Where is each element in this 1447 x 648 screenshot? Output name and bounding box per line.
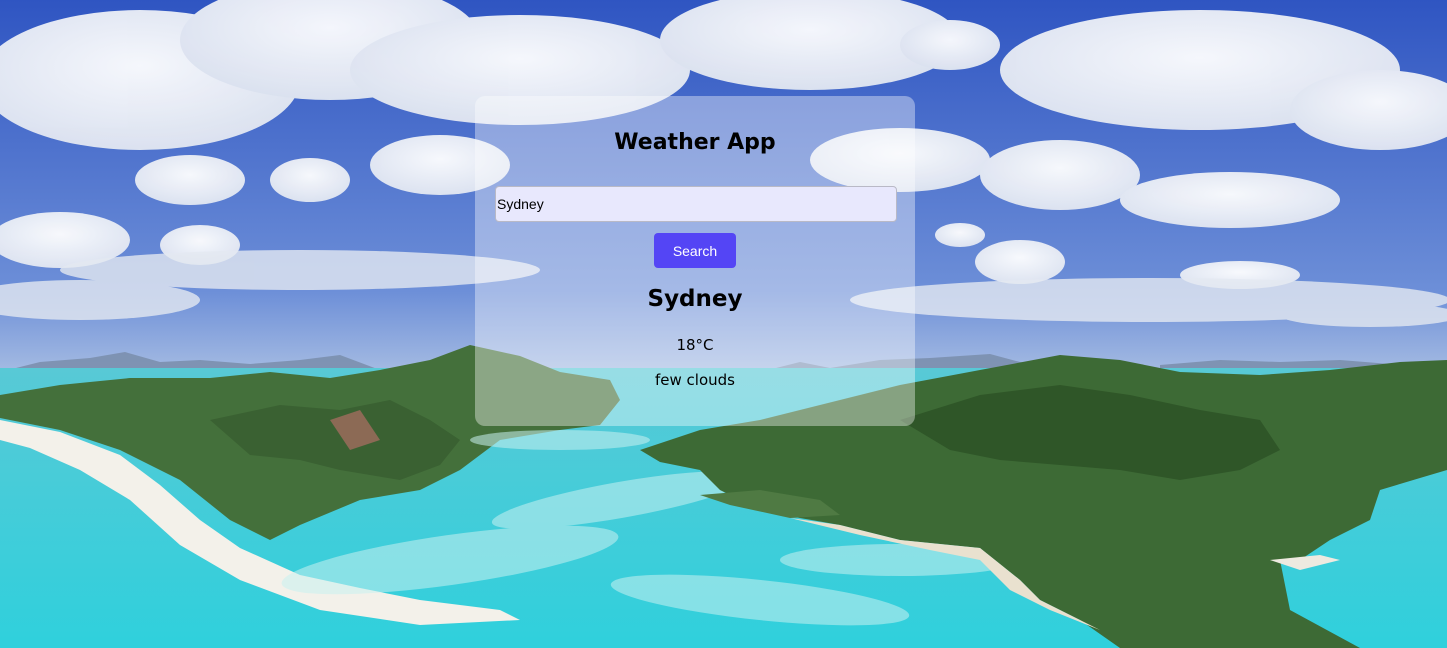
city-search-input[interactable]: [495, 186, 897, 222]
app-title: Weather App: [614, 130, 776, 155]
weather-description: few clouds: [655, 371, 735, 389]
temperature-value: 18°C: [676, 336, 714, 354]
city-name: Sydney: [647, 286, 743, 312]
search-button[interactable]: Search: [654, 233, 736, 268]
weather-card: Weather App Search Sydney 18°C few cloud…: [475, 96, 915, 426]
